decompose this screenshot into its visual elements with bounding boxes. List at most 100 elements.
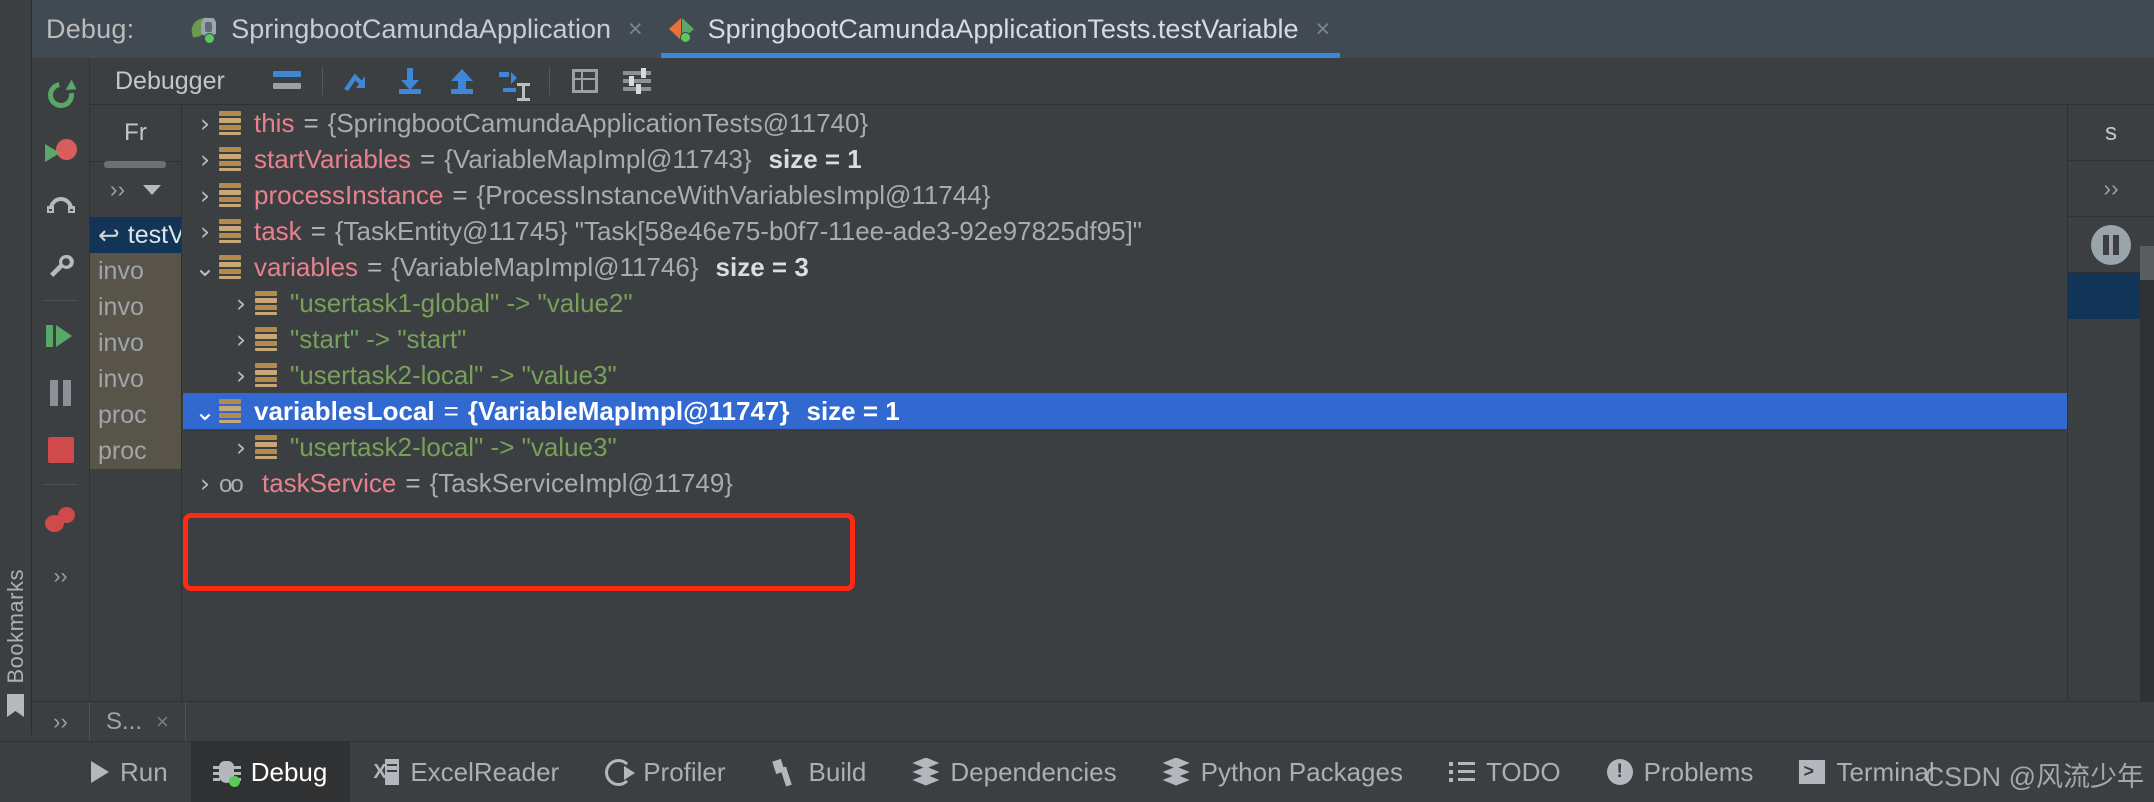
tool-strip-tab-console[interactable]: S... × [90, 701, 186, 742]
mute-breakpoints-button[interactable] [32, 491, 90, 548]
debugger-settings-button[interactable] [611, 58, 663, 105]
collapse-chevron-icon[interactable]: ⌄ [191, 399, 219, 424]
expand-chevron-icon[interactable]: › [227, 363, 255, 388]
frames-header-label: Fr [124, 119, 147, 146]
variables-tree[interactable]: › this = {SpringbootCamundaApplicationTe… [183, 105, 2067, 701]
status-item-debug[interactable]: Debug [190, 741, 351, 802]
equals-sign: = [405, 467, 421, 498]
status-item-todo[interactable]: TODO [1426, 742, 1584, 802]
variable-row-processInstance[interactable]: › processInstance = {ProcessInstanceWith… [183, 177, 2067, 213]
expand-chevron-icon[interactable]: › [227, 291, 255, 316]
frame-row[interactable]: invo [90, 361, 181, 397]
frame-row[interactable]: proc [90, 433, 181, 469]
evaluate-expression-button[interactable] [559, 58, 611, 105]
map-entry-icon [255, 291, 277, 315]
variable-row-startVariables[interactable]: › startVariables = {VariableMapImpl@1174… [183, 141, 2067, 177]
equals-sign: = [420, 143, 436, 174]
variable-row-taskService[interactable]: › oo taskService = {TaskServiceImpl@1174… [183, 465, 2067, 501]
step-out-button[interactable] [436, 58, 488, 105]
rail-divider [43, 300, 78, 301]
equals-sign: = [303, 107, 319, 138]
frame-row[interactable]: proc [90, 397, 181, 433]
vertical-scrollbar-thumb[interactable] [2140, 246, 2154, 280]
variable-name: this [254, 107, 295, 138]
expand-chevron-icon[interactable]: › [191, 111, 219, 136]
equals-sign: = [367, 251, 383, 282]
field-icon [219, 255, 241, 279]
close-icon[interactable]: × [628, 16, 643, 42]
frame-row[interactable]: invo [90, 325, 181, 361]
run-to-cursor-button[interactable] [488, 58, 540, 105]
frame-row[interactable]: invo [90, 289, 181, 325]
tab-springboot-camunda-application-tests[interactable]: SpringbootCamundaApplicationTests.testVa… [657, 0, 1344, 58]
expand-chevron-icon[interactable]: › [191, 219, 219, 244]
frames-horizontal-scrollbar[interactable] [104, 161, 166, 168]
dependencies-layers-icon [912, 757, 940, 786]
resume-program-button[interactable] [32, 307, 90, 364]
frame-row-selected[interactable]: ↩ testV [90, 217, 181, 253]
excel-icon: X [373, 758, 400, 786]
update-running-application-icon [43, 191, 78, 226]
settings-button[interactable] [32, 237, 90, 294]
expand-chevron-icon[interactable]: › [227, 327, 255, 352]
bookmarks-rail[interactable]: Bookmarks [0, 58, 32, 735]
frames-thread-selector[interactable]: ›› [90, 161, 181, 217]
field-icon [219, 147, 241, 171]
status-item-terminal[interactable]: Terminal [1776, 742, 1957, 802]
map-entry-value: "usertask1-global" -> "value2" [290, 287, 633, 318]
tab-springboot-camunda-application[interactable]: SpringbootCamundaApplication × [180, 0, 656, 58]
more-actions-button[interactable]: ›› [32, 548, 90, 605]
map-entry-row[interactable]: › "start" -> "start" [183, 321, 2067, 357]
map-entry-row[interactable]: › "usertask2-local" -> "value3" [183, 429, 2067, 465]
pause-program-button[interactable] [32, 364, 90, 421]
vertical-scrollbar-track[interactable] [2140, 280, 2154, 701]
debugger-toolbar: Debugger [90, 58, 2154, 105]
settings-wrench-icon [46, 251, 76, 281]
expand-chevron-icon[interactable]: › [191, 183, 219, 208]
status-item-python-packages[interactable]: Python Packages [1140, 742, 1426, 802]
status-item-profiler[interactable]: Profiler [582, 742, 748, 802]
variable-row-variablesLocal-selected[interactable]: ⌄ variablesLocal = {VariableMapImpl@1174… [183, 393, 2067, 429]
expand-chevron-icon[interactable]: › [191, 471, 219, 496]
rerun-button[interactable] [32, 66, 90, 123]
frame-row[interactable]: invo [90, 253, 181, 289]
debug-rerun-button[interactable] [32, 123, 90, 180]
collection-size: size = 1 [806, 395, 900, 426]
tabbar-content: Debug: SpringbootCamundaApplication × Sp… [32, 0, 2154, 58]
update-running-application-button[interactable] [32, 180, 90, 237]
tool-strip-more-button[interactable]: ›› [32, 701, 90, 742]
right-rail-more-button[interactable]: ›› [2068, 161, 2154, 217]
chevron-more-icon: ›› [2103, 175, 2119, 201]
junit-run-icon [667, 14, 697, 44]
frame-label: invo [98, 328, 144, 357]
map-entry-row[interactable]: › "usertask2-local" -> "value3" [183, 357, 2067, 393]
map-entry-row[interactable]: › "usertask1-global" -> "value2" [183, 285, 2067, 321]
map-entry-icon [255, 327, 277, 351]
status-item-problems[interactable]: Problems [1584, 742, 1777, 802]
step-into-button[interactable] [384, 58, 436, 105]
status-item-dependencies[interactable]: Dependencies [889, 742, 1139, 802]
tab-label: SpringbootCamundaApplicationTests.testVa… [707, 13, 1299, 44]
close-icon[interactable]: × [1316, 16, 1331, 42]
collapse-chevron-icon[interactable]: ⌄ [191, 255, 219, 280]
status-item-run[interactable]: Run [68, 742, 191, 802]
expand-chevron-icon[interactable]: › [227, 435, 255, 460]
frames-panel[interactable]: Fr ›› ↩ testV invo invo invo invo proc p… [90, 105, 182, 701]
close-icon[interactable]: × [156, 709, 169, 735]
status-item-excelreader[interactable]: X ExcelReader [350, 742, 582, 802]
right-side-rail: s ›› [2067, 105, 2154, 701]
debugger-tab-label[interactable]: Debugger [115, 67, 225, 96]
status-item-build[interactable]: Build [749, 742, 890, 802]
return-arrow-icon: ↩ [98, 220, 120, 250]
status-item-label: Terminal [1836, 756, 1935, 787]
step-over-button[interactable] [332, 58, 384, 105]
expand-chevron-icon[interactable]: › [191, 147, 219, 172]
variable-row-variables[interactable]: ⌄ variables = {VariableMapImpl@11746} si… [183, 249, 2067, 285]
equals-sign: = [443, 395, 459, 426]
variable-row-this[interactable]: › this = {SpringbootCamundaApplicationTe… [183, 105, 2067, 141]
variable-row-task[interactable]: › task = {TaskEntity@11745} "Task[58e46e… [183, 213, 2067, 249]
resume-program-icon [45, 322, 77, 350]
map-entry-value: "usertask2-local" -> "value3" [290, 431, 617, 462]
layout-settings-button[interactable] [261, 58, 313, 105]
stop-button[interactable] [32, 421, 90, 478]
